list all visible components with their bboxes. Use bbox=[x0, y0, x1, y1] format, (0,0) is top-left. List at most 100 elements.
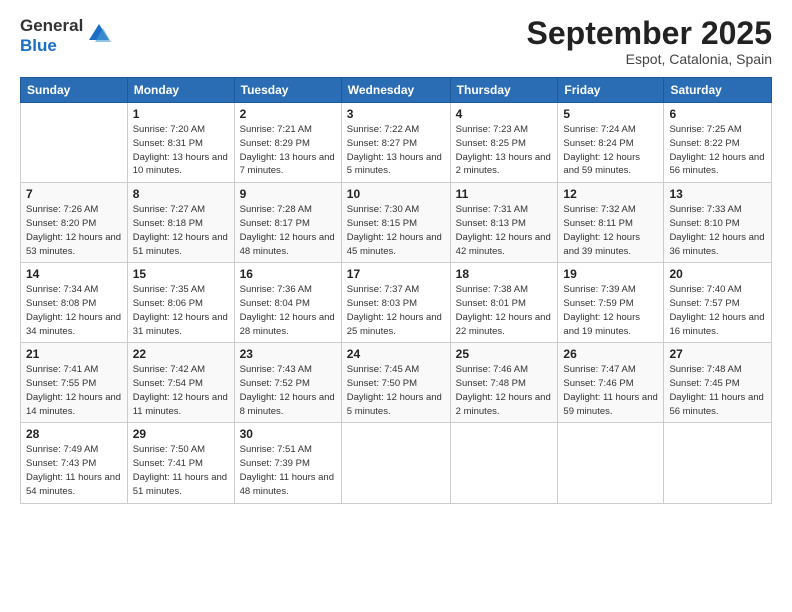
week-row-3: 21 Sunrise: 7:41 AMSunset: 7:55 PMDayligh… bbox=[21, 343, 772, 423]
calendar-cell: 27 Sunrise: 7:48 AMSunset: 7:45 PMDayligh… bbox=[664, 343, 772, 423]
day-info: Sunrise: 7:48 AMSunset: 7:45 PMDaylight:… bbox=[669, 363, 766, 418]
day-number: 1 bbox=[133, 107, 229, 121]
calendar-table: SundayMondayTuesdayWednesdayThursdayFrid… bbox=[20, 77, 772, 503]
calendar-cell: 28 Sunrise: 7:49 AMSunset: 7:43 PMDayligh… bbox=[21, 423, 128, 503]
calendar-cell: 1Sunrise: 7:20 AMSunset: 8:31 PMDaylight… bbox=[127, 103, 234, 183]
day-info: Sunrise: 7:21 AMSunset: 8:29 PMDaylight:… bbox=[240, 123, 336, 178]
day-info: Sunrise: 7:36 AMSunset: 8:04 PMDaylight:… bbox=[240, 283, 336, 338]
calendar-cell: 14Sunrise: 7:34 AMSunset: 8:08 PMDayligh… bbox=[21, 263, 128, 343]
day-number: 15 bbox=[133, 267, 229, 281]
calendar-cell: 8 Sunrise: 7:27 AMSunset: 8:18 PMDaylight… bbox=[127, 183, 234, 263]
calendar-cell: 30 Sunrise: 7:51 AMSunset: 7:39 PMDayligh… bbox=[234, 423, 341, 503]
calendar-cell: 6 Sunrise: 7:25 AMSunset: 8:22 PMDaylight… bbox=[664, 103, 772, 183]
weekday-header-wednesday: Wednesday bbox=[341, 78, 450, 103]
day-number: 5 bbox=[563, 107, 658, 121]
day-info: Sunrise: 7:39 AMSunset: 7:59 PMDaylight:… bbox=[563, 283, 658, 338]
calendar-cell: 15 Sunrise: 7:35 AMSunset: 8:06 PMDayligh… bbox=[127, 263, 234, 343]
day-number: 29 bbox=[133, 427, 229, 441]
day-info: Sunrise: 7:28 AMSunset: 8:17 PMDaylight:… bbox=[240, 203, 336, 258]
calendar-cell bbox=[21, 103, 128, 183]
day-number: 25 bbox=[456, 347, 553, 361]
calendar-cell: 9 Sunrise: 7:28 AMSunset: 8:17 PMDaylight… bbox=[234, 183, 341, 263]
day-number: 28 bbox=[26, 427, 122, 441]
day-number: 30 bbox=[240, 427, 336, 441]
calendar-cell: 23 Sunrise: 7:43 AMSunset: 7:52 PMDayligh… bbox=[234, 343, 341, 423]
day-info: Sunrise: 7:24 AMSunset: 8:24 PMDaylight:… bbox=[563, 123, 658, 178]
day-info: Sunrise: 7:42 AMSunset: 7:54 PMDaylight:… bbox=[133, 363, 229, 418]
day-number: 24 bbox=[347, 347, 445, 361]
calendar-cell: 3 Sunrise: 7:22 AMSunset: 8:27 PMDaylight… bbox=[341, 103, 450, 183]
title-section: September 2025 Espot, Catalonia, Spain bbox=[527, 16, 772, 67]
day-info: Sunrise: 7:38 AMSunset: 8:01 PMDaylight:… bbox=[456, 283, 553, 338]
week-row-2: 14Sunrise: 7:34 AMSunset: 8:08 PMDayligh… bbox=[21, 263, 772, 343]
calendar-cell: 2 Sunrise: 7:21 AMSunset: 8:29 PMDaylight… bbox=[234, 103, 341, 183]
day-number: 4 bbox=[456, 107, 553, 121]
day-number: 6 bbox=[669, 107, 766, 121]
day-number: 16 bbox=[240, 267, 336, 281]
logo-text: General Blue bbox=[20, 16, 83, 55]
day-info: Sunrise: 7:41 AMSunset: 7:55 PMDaylight:… bbox=[26, 363, 122, 418]
day-number: 22 bbox=[133, 347, 229, 361]
day-info: Sunrise: 7:22 AMSunset: 8:27 PMDaylight:… bbox=[347, 123, 445, 178]
week-row-0: 1Sunrise: 7:20 AMSunset: 8:31 PMDaylight… bbox=[21, 103, 772, 183]
day-info: Sunrise: 7:26 AMSunset: 8:20 PMDaylight:… bbox=[26, 203, 122, 258]
week-row-1: 7 Sunrise: 7:26 AMSunset: 8:20 PMDaylight… bbox=[21, 183, 772, 263]
weekday-header-row: SundayMondayTuesdayWednesdayThursdayFrid… bbox=[21, 78, 772, 103]
day-number: 14 bbox=[26, 267, 122, 281]
header: General Blue September 2025 Espot, Catal… bbox=[20, 16, 772, 67]
day-info: Sunrise: 7:27 AMSunset: 8:18 PMDaylight:… bbox=[133, 203, 229, 258]
calendar-cell: 16 Sunrise: 7:36 AMSunset: 8:04 PMDayligh… bbox=[234, 263, 341, 343]
day-number: 11 bbox=[456, 187, 553, 201]
month-title: September 2025 bbox=[527, 16, 772, 51]
calendar-cell: 17 Sunrise: 7:37 AMSunset: 8:03 PMDayligh… bbox=[341, 263, 450, 343]
day-number: 12 bbox=[563, 187, 658, 201]
calendar-cell: 12 Sunrise: 7:32 AMSunset: 8:11 PMDayligh… bbox=[558, 183, 664, 263]
day-info: Sunrise: 7:33 AMSunset: 8:10 PMDaylight:… bbox=[669, 203, 766, 258]
day-info: Sunrise: 7:50 AMSunset: 7:41 PMDaylight:… bbox=[133, 443, 229, 498]
day-info: Sunrise: 7:49 AMSunset: 7:43 PMDaylight:… bbox=[26, 443, 122, 498]
day-info: Sunrise: 7:40 AMSunset: 7:57 PMDaylight:… bbox=[669, 283, 766, 338]
day-number: 3 bbox=[347, 107, 445, 121]
logo-blue: Blue bbox=[20, 36, 57, 55]
day-number: 17 bbox=[347, 267, 445, 281]
weekday-header-tuesday: Tuesday bbox=[234, 78, 341, 103]
page: General Blue September 2025 Espot, Catal… bbox=[0, 0, 792, 612]
day-info: Sunrise: 7:46 AMSunset: 7:48 PMDaylight:… bbox=[456, 363, 553, 418]
day-number: 23 bbox=[240, 347, 336, 361]
day-number: 18 bbox=[456, 267, 553, 281]
day-info: Sunrise: 7:30 AMSunset: 8:15 PMDaylight:… bbox=[347, 203, 445, 258]
calendar-cell: 29 Sunrise: 7:50 AMSunset: 7:41 PMDayligh… bbox=[127, 423, 234, 503]
day-number: 7 bbox=[26, 187, 122, 201]
day-info: Sunrise: 7:47 AMSunset: 7:46 PMDaylight:… bbox=[563, 363, 658, 418]
logo-general: General bbox=[20, 16, 83, 35]
day-number: 8 bbox=[133, 187, 229, 201]
day-info: Sunrise: 7:35 AMSunset: 8:06 PMDaylight:… bbox=[133, 283, 229, 338]
calendar-cell: 19 Sunrise: 7:39 AMSunset: 7:59 PMDayligh… bbox=[558, 263, 664, 343]
weekday-header-friday: Friday bbox=[558, 78, 664, 103]
subtitle: Espot, Catalonia, Spain bbox=[527, 51, 772, 67]
day-info: Sunrise: 7:23 AMSunset: 8:25 PMDaylight:… bbox=[456, 123, 553, 178]
logo-icon bbox=[85, 20, 113, 48]
weekday-header-saturday: Saturday bbox=[664, 78, 772, 103]
day-number: 9 bbox=[240, 187, 336, 201]
calendar-cell: 18 Sunrise: 7:38 AMSunset: 8:01 PMDayligh… bbox=[450, 263, 558, 343]
day-number: 19 bbox=[563, 267, 658, 281]
day-number: 13 bbox=[669, 187, 766, 201]
calendar-cell bbox=[558, 423, 664, 503]
day-info: Sunrise: 7:37 AMSunset: 8:03 PMDaylight:… bbox=[347, 283, 445, 338]
day-info: Sunrise: 7:43 AMSunset: 7:52 PMDaylight:… bbox=[240, 363, 336, 418]
day-number: 27 bbox=[669, 347, 766, 361]
weekday-header-monday: Monday bbox=[127, 78, 234, 103]
calendar-cell bbox=[664, 423, 772, 503]
calendar-cell: 5 Sunrise: 7:24 AMSunset: 8:24 PMDaylight… bbox=[558, 103, 664, 183]
day-info: Sunrise: 7:32 AMSunset: 8:11 PMDaylight:… bbox=[563, 203, 658, 258]
calendar-cell: 10 Sunrise: 7:30 AMSunset: 8:15 PMDayligh… bbox=[341, 183, 450, 263]
day-info: Sunrise: 7:51 AMSunset: 7:39 PMDaylight:… bbox=[240, 443, 336, 498]
calendar-cell bbox=[341, 423, 450, 503]
day-number: 10 bbox=[347, 187, 445, 201]
day-number: 21 bbox=[26, 347, 122, 361]
day-number: 2 bbox=[240, 107, 336, 121]
calendar-cell bbox=[450, 423, 558, 503]
day-info: Sunrise: 7:25 AMSunset: 8:22 PMDaylight:… bbox=[669, 123, 766, 178]
calendar-cell: 4 Sunrise: 7:23 AMSunset: 8:25 PMDaylight… bbox=[450, 103, 558, 183]
